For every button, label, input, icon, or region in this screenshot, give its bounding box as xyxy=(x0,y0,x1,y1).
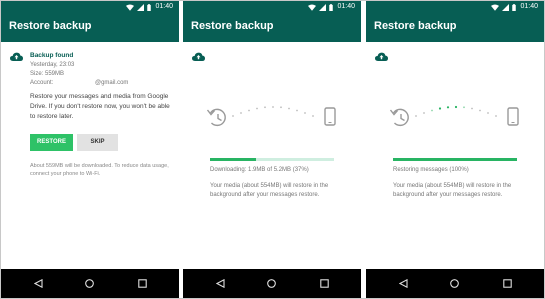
cloud-icon xyxy=(375,52,388,61)
nav-home-icon[interactable] xyxy=(267,279,276,288)
battery-icon xyxy=(147,3,152,11)
account-value: @gmail.com xyxy=(95,80,129,86)
battery-icon xyxy=(512,3,517,11)
nav-home-icon[interactable] xyxy=(450,279,459,288)
app-bar: Restore backup xyxy=(183,13,361,42)
signal-icon xyxy=(319,3,327,11)
app-title: Restore backup xyxy=(374,20,457,32)
nav-back-icon[interactable] xyxy=(399,279,408,288)
status-bar: 01:40 xyxy=(183,1,361,13)
wifi-icon xyxy=(126,4,135,11)
navigation-bar xyxy=(366,269,544,298)
status-time: 01:40 xyxy=(155,3,173,10)
nav-back-icon[interactable] xyxy=(34,279,43,288)
transfer-illustration xyxy=(389,105,519,127)
backup-info: Backup found Yesterday, 23:03 Size: 559M… xyxy=(30,51,170,88)
battery-icon xyxy=(329,3,334,11)
download-progress-text: Downloading: 1.9MB of 5.2MB (37%) xyxy=(210,167,309,173)
cloud-icon xyxy=(10,52,23,61)
transfer-illustration xyxy=(206,106,336,127)
wifi-icon xyxy=(308,4,317,11)
app-title: Restore backup xyxy=(191,20,274,32)
download-progress-fill xyxy=(210,158,256,161)
nav-recent-icon[interactable] xyxy=(138,279,147,288)
nav-recent-icon[interactable] xyxy=(503,279,512,288)
cloud-icon xyxy=(192,52,205,61)
media-restore-note: Your media (about 554MB) will restore in… xyxy=(210,183,329,198)
signal-icon xyxy=(137,3,145,11)
media-restore-note: Your media (about 554MB) will restore in… xyxy=(393,183,512,198)
account-row: Account: @gmail.com xyxy=(30,79,170,88)
phone-icon xyxy=(507,107,519,126)
phone-icon xyxy=(324,107,336,126)
restore-progress-fill xyxy=(393,158,517,161)
dotted-arc xyxy=(415,105,497,117)
phone-screen-backup-found: 01:40 Restore backup Backup found Yester… xyxy=(1,1,179,298)
phone-screen-restoring: 01:40 Restore backup Restoring messages … xyxy=(366,1,544,298)
navigation-bar xyxy=(183,269,361,298)
phone-screen-downloading: 01:40 Restore backup Downloading: 1.9MB … xyxy=(183,1,361,298)
restore-button[interactable]: RESTORE xyxy=(30,134,73,151)
download-progress-bar xyxy=(210,158,334,161)
app-title: Restore backup xyxy=(9,20,92,32)
content: Downloading: 1.9MB of 5.2MB (37%) Your m… xyxy=(183,42,361,269)
content: Backup found Yesterday, 23:03 Size: 559M… xyxy=(1,42,179,269)
signal-icon xyxy=(502,3,510,11)
navigation-bar xyxy=(1,269,179,298)
nav-back-icon[interactable] xyxy=(216,279,225,288)
status-bar: 01:40 xyxy=(366,1,544,13)
restore-progress-text: Restoring messages (100%) xyxy=(393,167,469,173)
content: Restoring messages (100%) Your media (ab… xyxy=(366,42,544,269)
data-usage-note: About 559MB will be downloaded. To reduc… xyxy=(30,163,169,177)
backup-size: Size: 559MB xyxy=(30,71,65,77)
restore-progress-bar xyxy=(393,158,517,161)
backup-found-title: Backup found xyxy=(30,52,74,59)
restore-history-icon xyxy=(206,108,226,127)
nav-home-icon[interactable] xyxy=(85,279,94,288)
status-time: 01:40 xyxy=(520,3,538,10)
restore-description: Restore your messages and media from Goo… xyxy=(30,93,170,120)
app-bar: Restore backup xyxy=(1,13,179,42)
account-label: Account: xyxy=(30,80,54,86)
skip-button[interactable]: SKIP xyxy=(77,134,118,151)
status-time: 01:40 xyxy=(337,3,355,10)
dotted-arc xyxy=(232,106,314,117)
wifi-icon xyxy=(491,4,500,11)
app-bar: Restore backup xyxy=(366,13,544,42)
restore-history-icon xyxy=(389,108,409,127)
nav-recent-icon[interactable] xyxy=(320,279,329,288)
status-bar: 01:40 xyxy=(1,1,179,13)
backup-date: Yesterday, 23:03 xyxy=(30,62,75,68)
